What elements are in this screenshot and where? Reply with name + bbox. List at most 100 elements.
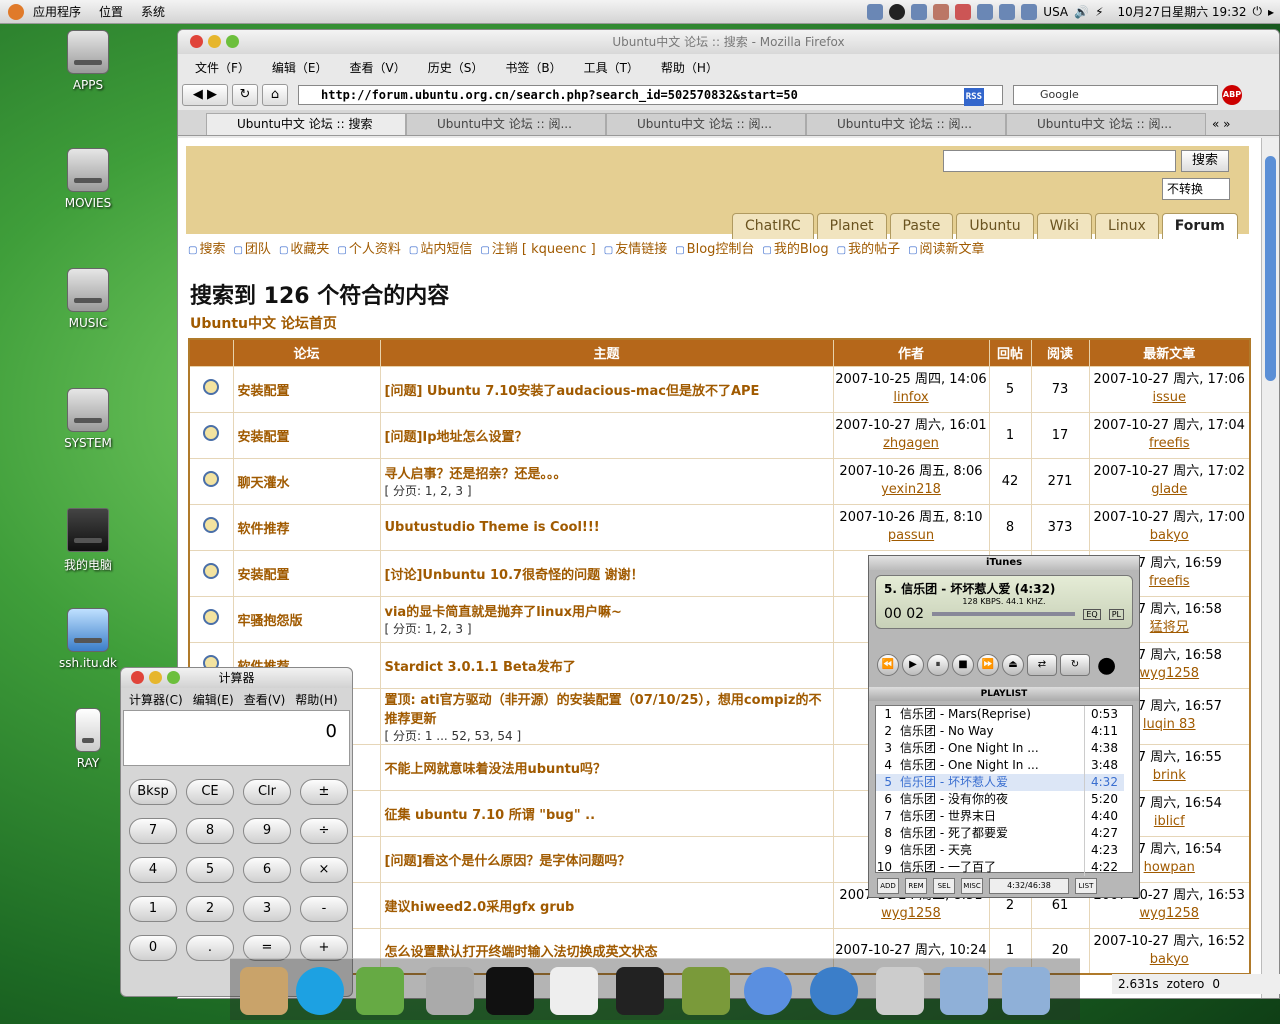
tab-read-3[interactable]: Ubuntu中文 论坛 :: 阅... [806, 113, 1006, 135]
eq-button[interactable]: EQ [1083, 608, 1101, 620]
tab-planet[interactable]: Planet [816, 213, 887, 239]
media-app-icon[interactable] [356, 967, 404, 1015]
scrollbar-thumb[interactable] [1265, 156, 1276, 381]
calc-menu-view[interactable]: 查看(V) [244, 691, 286, 708]
topic-link[interactable]: Stardict 3.0.1.1 Beta发布了 [385, 656, 833, 675]
topic-link[interactable]: 不能上网就意味着没法用ubuntu吗？ [385, 758, 833, 777]
chat-icon[interactable] [744, 967, 792, 1015]
web-browser-icon[interactable] [810, 967, 858, 1015]
forum-link[interactable]: 聊天灌水 [232, 457, 381, 505]
forum-link[interactable]: 安装配置 [232, 549, 381, 597]
menu-applications[interactable]: 应用程序 [24, 3, 90, 20]
calc-menu-help[interactable]: 帮助(H) [295, 691, 337, 708]
calc-key-button[interactable]: 7 [129, 818, 177, 844]
topic-link[interactable]: 寻人启事？还是招亲？还是。。。 [385, 463, 833, 482]
site-search-input[interactable] [943, 150, 1176, 172]
desktop-icon-system[interactable]: SYSTEM [50, 388, 126, 450]
playlist-track[interactable]: 8 信乐团 - 死了都要爱 4:27 [876, 825, 1132, 842]
nav-logout[interactable]: 注销 [ kqueenc ] [480, 238, 596, 257]
calc-key-button[interactable]: CE [186, 779, 234, 805]
playlist-track[interactable]: 2 信乐团 - No Way 4:11 [876, 723, 1132, 740]
author-link[interactable]: yexin218 [834, 481, 989, 499]
calc-key-button[interactable]: ÷ [300, 818, 348, 844]
nav-favorites[interactable]: 收藏夹 [279, 238, 329, 257]
pdf-tool-icon[interactable] [550, 967, 598, 1015]
tray-a-icon[interactable] [889, 3, 906, 20]
calc-key-button[interactable]: 4 [129, 857, 177, 883]
menu-help[interactable]: 帮助（H） [650, 59, 729, 76]
desktop-icon-ray[interactable]: RAY [50, 708, 126, 770]
folder-icon[interactable] [1002, 967, 1050, 1015]
nav-new-posts[interactable]: 阅读新文章 [908, 238, 985, 257]
tab-read-1[interactable]: Ubuntu中文 论坛 :: 阅... [406, 113, 606, 135]
menu-view[interactable]: 查看（V） [339, 59, 417, 76]
calc-key-button[interactable]: . [186, 935, 234, 961]
last-post-user[interactable]: glade [1090, 481, 1250, 499]
tab-scroll-icon[interactable]: « » [1206, 113, 1237, 135]
topic-link[interactable]: 征集 ubuntu 7.10 所谓 "bug" .. [385, 804, 833, 823]
calc-key-button[interactable]: 2 [186, 896, 234, 922]
convert-select[interactable]: 不转换 [1162, 178, 1230, 200]
forum-link[interactable]: 安装配置 [232, 411, 381, 459]
author-link[interactable]: wyg1258 [834, 905, 989, 923]
calc-key-button[interactable]: 3 [243, 896, 291, 922]
folder-icon[interactable] [940, 967, 988, 1015]
topic-link[interactable]: Ubutustudio Theme is Cool!!! [385, 520, 833, 535]
search-input[interactable]: Google [1013, 85, 1218, 105]
menu-tools[interactable]: 工具（T） [573, 59, 650, 76]
reload-icon[interactable]: ↻ [232, 84, 258, 106]
forum-home-link[interactable]: Ubuntu中文 论坛首页 [190, 313, 337, 333]
menu-bookmarks[interactable]: 书签（B） [494, 59, 572, 76]
shuffle-icon[interactable]: ⇄ [1027, 654, 1057, 676]
tray-user-icon[interactable] [911, 3, 928, 20]
calc-close-button[interactable] [131, 671, 144, 684]
calc-key-button[interactable]: Bksp [129, 779, 177, 805]
nav-blog-console[interactable]: Blog控制台 [675, 238, 755, 257]
desktop-icon-ssh[interactable]: ssh.itu.dk [50, 608, 126, 670]
playlist-list-button[interactable]: LIST [1075, 878, 1097, 894]
nav-search[interactable]: 搜索 [188, 238, 225, 257]
last-post-user[interactable]: bakyo [1090, 527, 1250, 545]
books-icon[interactable] [682, 967, 730, 1015]
playlist-track[interactable]: 9 信乐团 - 天亮 4:23 [876, 842, 1132, 859]
menu-system[interactable]: 系统 [132, 3, 174, 20]
calc-key-button[interactable]: Clr [243, 779, 291, 805]
tray-update-icon[interactable] [955, 3, 972, 20]
tab-read-2[interactable]: Ubuntu中文 论坛 :: 阅... [606, 113, 806, 135]
zotero-button[interactable]: zotero [1167, 974, 1205, 994]
desktop-icon-music[interactable]: MUSIC [50, 268, 126, 330]
playlist-track[interactable]: 5 信乐团 - 坏坏惹人爱 4:32 [876, 774, 1132, 791]
tab-chatirc[interactable]: ChatIRC [732, 213, 814, 239]
topic-pages[interactable]: [ 分页: 1, 2, 3 ] [385, 620, 833, 637]
power-icon[interactable]: ⏻ [1252, 4, 1262, 19]
calc-key-button[interactable]: 0 [129, 935, 177, 961]
forum-link[interactable]: 牢骚抱怨版 [232, 595, 381, 643]
playlist-remove-button[interactable]: REM [905, 878, 927, 894]
desktop-icon-apps[interactable]: APPS [50, 30, 126, 92]
playlist-misc-button[interactable]: MISC [961, 878, 983, 894]
home-icon[interactable]: ⌂ [262, 84, 288, 106]
maximize-button[interactable] [226, 35, 239, 48]
calc-key-button[interactable]: ± [300, 779, 348, 805]
rewind-icon[interactable]: ⏪ [877, 654, 899, 676]
playlist-track[interactable]: 1 信乐团 - Mars(Reprise) 0:53 [876, 706, 1132, 723]
playlist-track[interactable]: 4 信乐团 - One Night In ... 3:48 [876, 757, 1132, 774]
clock[interactable]: 10月27日星期六 19:32 [1118, 3, 1247, 20]
calc-menu-calculator[interactable]: 计算器(C) [129, 691, 183, 708]
topic-link[interactable]: [问题]看这个是什么原因？是字体问题吗？ [385, 850, 833, 869]
tray-window-icon[interactable] [1021, 3, 1038, 20]
site-search-button[interactable]: 搜索 [1181, 150, 1229, 172]
calc-key-button[interactable]: 9 [243, 818, 291, 844]
tab-wiki[interactable]: Wiki [1036, 213, 1093, 239]
calculator-dock-icon[interactable] [876, 967, 924, 1015]
playlist-track[interactable]: 7 信乐团 - 世界末日 4:40 [876, 808, 1132, 825]
rabbit-app-icon[interactable] [240, 967, 288, 1015]
minimize-button[interactable] [208, 35, 221, 48]
menu-places[interactable]: 位置 [90, 3, 132, 20]
menu-edit[interactable]: 编辑（E） [261, 59, 339, 76]
pause-icon[interactable]: ⏸ [927, 654, 949, 676]
calc-key-button[interactable]: × [300, 857, 348, 883]
menu-history[interactable]: 历史（S） [417, 59, 495, 76]
page-scrollbar[interactable] [1261, 138, 1279, 998]
tab-paste[interactable]: Paste [889, 213, 954, 239]
